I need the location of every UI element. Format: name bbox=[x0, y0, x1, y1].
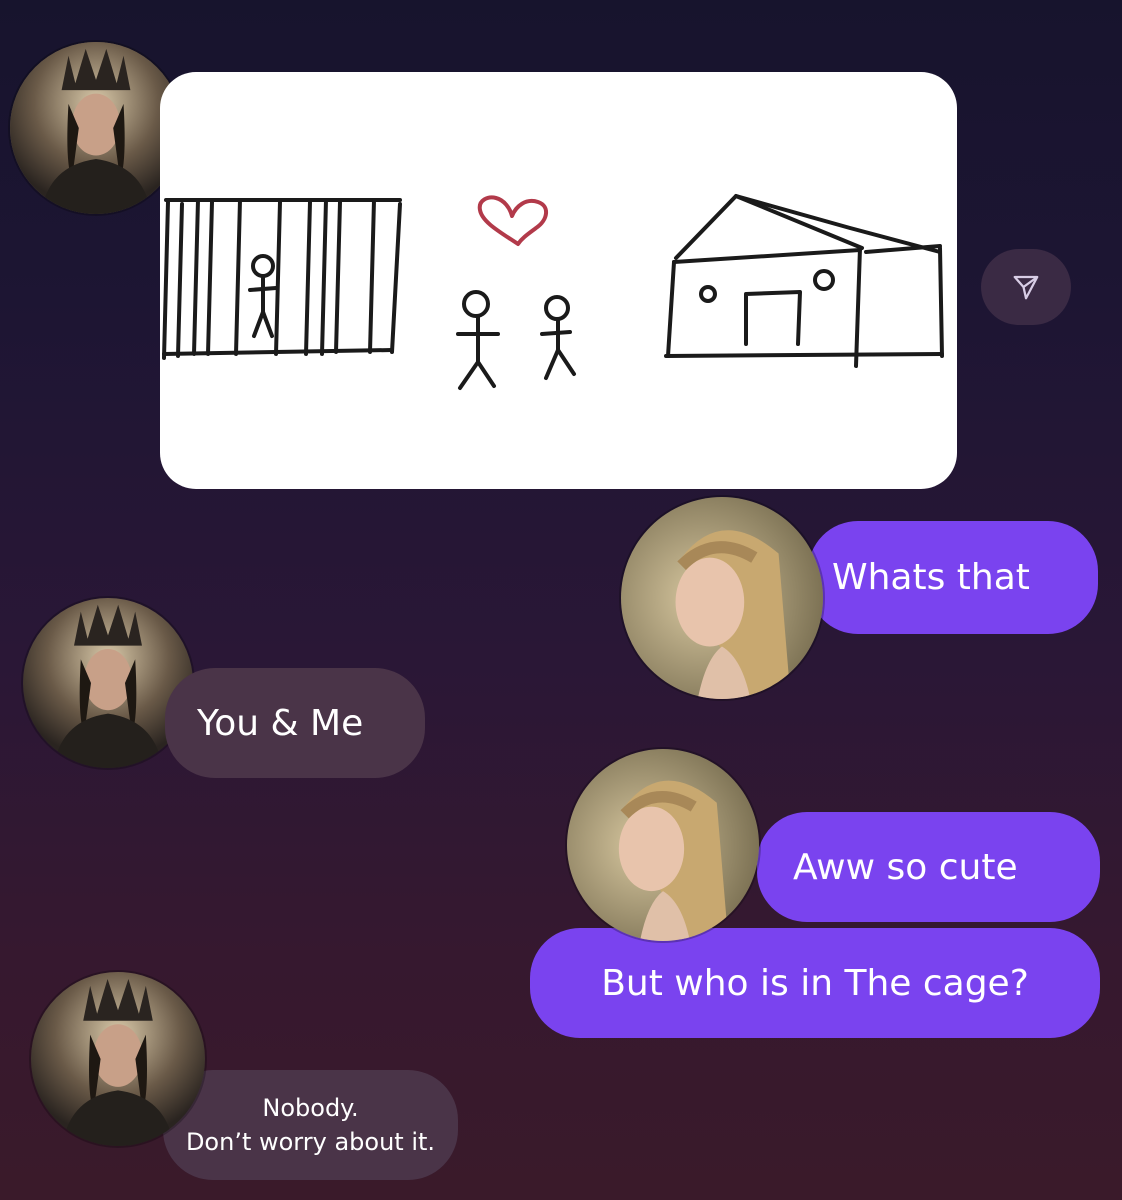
cage-drawing bbox=[162, 198, 402, 360]
avatar-elf-lady-image bbox=[621, 497, 823, 699]
image-message[interactable] bbox=[160, 72, 957, 489]
recipient-avatar[interactable] bbox=[567, 749, 759, 941]
house-drawing bbox=[664, 194, 944, 368]
avatar-dark-lord-image bbox=[10, 42, 182, 214]
recipient-avatar[interactable] bbox=[621, 497, 823, 699]
stick-figure-drawing bbox=[162, 194, 944, 390]
outgoing-message-bubble[interactable]: Whats that bbox=[808, 521, 1098, 634]
incoming-message-bubble[interactable]: You & Me bbox=[165, 668, 425, 778]
two-figures-drawing bbox=[456, 290, 576, 390]
avatar-elf-lady-image bbox=[567, 749, 759, 941]
send-icon bbox=[1013, 275, 1039, 300]
message-text: But who is in The cage? bbox=[601, 962, 1029, 1004]
outgoing-message-bubble[interactable]: Aww so cute bbox=[757, 812, 1100, 922]
avatar-dark-lord-image bbox=[31, 972, 205, 1146]
sender-avatar[interactable] bbox=[31, 972, 205, 1146]
message-text: You & Me bbox=[197, 702, 364, 744]
message-text: Aww so cute bbox=[793, 846, 1018, 888]
outgoing-message-bubble[interactable]: But who is in The cage? bbox=[530, 928, 1100, 1038]
incoming-message-bubble[interactable]: Nobody. Don’t worry about it. bbox=[163, 1070, 458, 1180]
message-text: Whats that bbox=[832, 557, 1030, 598]
message-text-line: Don’t worry about it. bbox=[185, 1128, 436, 1156]
message-text-line: Nobody. bbox=[262, 1094, 359, 1122]
sender-avatar[interactable] bbox=[10, 42, 182, 214]
share-button[interactable] bbox=[981, 249, 1071, 325]
heart-icon bbox=[477, 195, 548, 246]
